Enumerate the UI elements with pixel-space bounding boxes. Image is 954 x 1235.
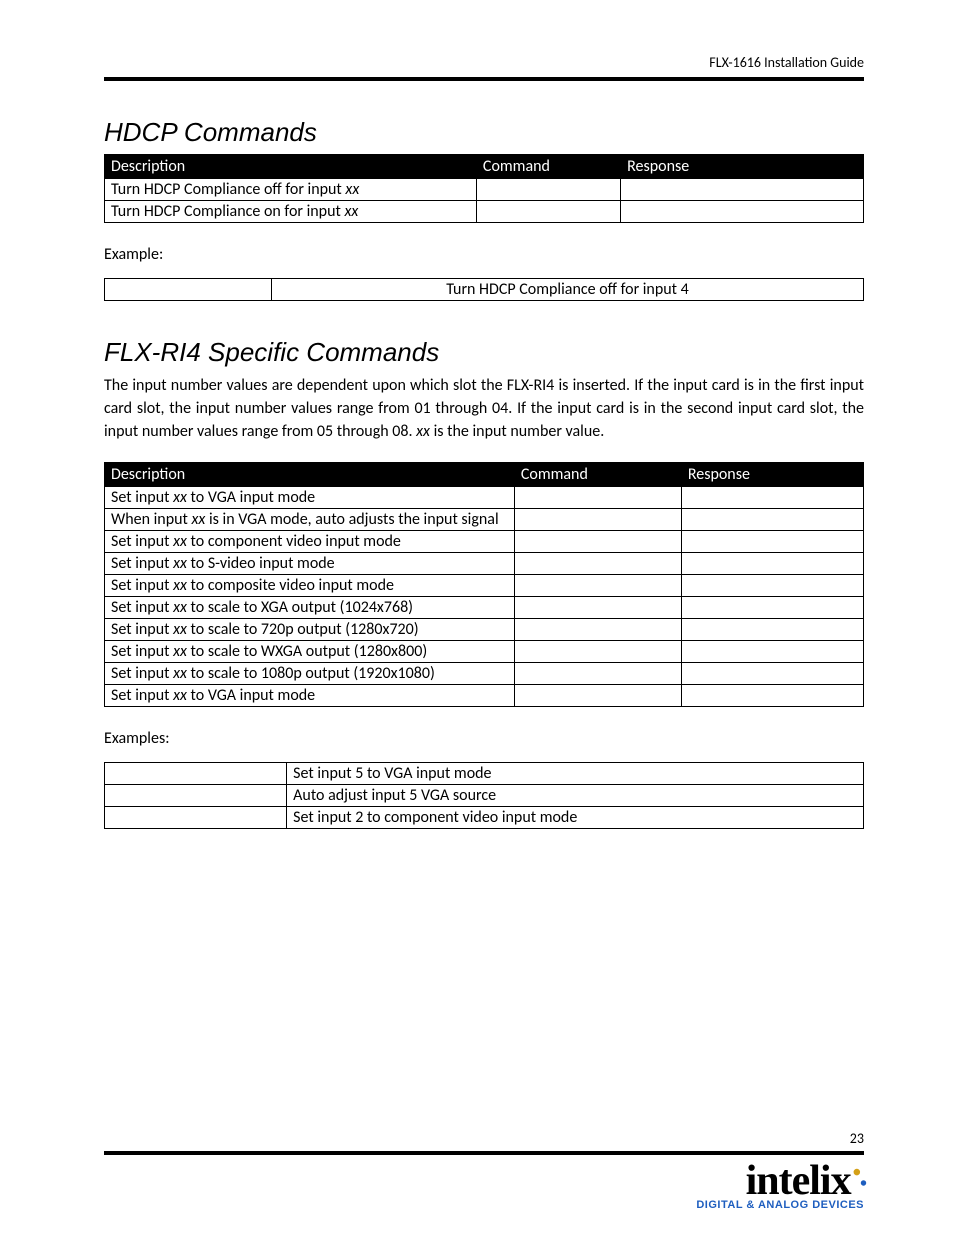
cell-command (514, 552, 681, 574)
cell-command (514, 486, 681, 508)
cell-example-desc: Auto adjust input 5 VGA source (287, 784, 864, 806)
cell-description: Turn HDCP Compliance off for input xx (105, 179, 477, 201)
cell-command (514, 574, 681, 596)
hdcp-example-table: Turn HDCP Compliance off for input 4 (104, 278, 864, 301)
table-row: Set input xx to scale to WXGA output (12… (105, 640, 864, 662)
section-flxri4-title: FLX-RI4 Specific Commands (104, 337, 864, 368)
table-row: Auto adjust input 5 VGA source (105, 784, 864, 806)
cell-response (681, 508, 863, 530)
cell-description: Turn HDCP Compliance on for input xx (105, 201, 477, 223)
page-footer: 23 intelix•• DIGITAL & ANALOG DEVICES (104, 1130, 864, 1211)
example-label: Example: (104, 245, 864, 264)
bottom-divider (104, 1151, 864, 1155)
cell-description: When input xx is in VGA mode, auto adjus… (105, 508, 515, 530)
cell-response (681, 618, 863, 640)
table-header-row: Description Command Response (105, 155, 864, 179)
cell-command (514, 640, 681, 662)
cell-response (681, 662, 863, 684)
table-row: Set input xx to S-video input mode (105, 552, 864, 574)
cell-command (514, 618, 681, 640)
table-row: Set input xx to scale to XGA output (102… (105, 596, 864, 618)
cell-response (681, 684, 863, 706)
logo-dot-icon: • (860, 1173, 866, 1195)
cell-description: Set input xx to S-video input mode (105, 552, 515, 574)
col-description: Description (105, 155, 477, 179)
table-row: Set input 5 to VGA input mode (105, 762, 864, 784)
table-row: Turn HDCP Compliance off for input 4 (105, 279, 864, 301)
table-row: Turn HDCP Compliance off for input xx (105, 179, 864, 201)
cell-example-cmd (105, 806, 287, 828)
col-command: Command (514, 462, 681, 486)
table-row: Set input xx to VGA input mode (105, 486, 864, 508)
cell-command (514, 530, 681, 552)
flxri4-example-table: Set input 5 to VGA input modeAuto adjust… (104, 762, 864, 829)
brand-logo: intelix•• DIGITAL & ANALOG DEVICES (104, 1163, 864, 1211)
cell-example-cmd (105, 784, 287, 806)
cell-response (681, 530, 863, 552)
section-hdcp-title: HDCP Commands (104, 117, 864, 148)
col-command: Command (476, 155, 620, 179)
table-row: Set input xx to scale to 1080p output (1… (105, 662, 864, 684)
flxri4-description: The input number values are dependent up… (104, 374, 864, 444)
table-header-row: Description Command Response (105, 462, 864, 486)
cell-response (681, 640, 863, 662)
cell-command (514, 596, 681, 618)
col-response: Response (681, 462, 863, 486)
cell-response (681, 486, 863, 508)
cell-description: Set input xx to scale to WXGA output (12… (105, 640, 515, 662)
cell-example-cmd (105, 762, 287, 784)
cell-example-desc: Set input 5 to VGA input mode (287, 762, 864, 784)
cell-command (514, 684, 681, 706)
cell-description: Set input xx to VGA input mode (105, 486, 515, 508)
page-number: 23 (104, 1130, 864, 1147)
cell-description: Set input xx to component video input mo… (105, 530, 515, 552)
cell-response (621, 201, 864, 223)
cell-response (681, 552, 863, 574)
document-header: FLX-1616 Installation Guide (104, 54, 864, 71)
cell-description: Set input xx to scale to 1080p output (1… (105, 662, 515, 684)
cell-command (514, 662, 681, 684)
cell-example-desc: Turn HDCP Compliance off for input 4 (271, 279, 863, 301)
cell-description: Set input xx to scale to XGA output (102… (105, 596, 515, 618)
cell-response (621, 179, 864, 201)
table-row: Set input xx to scale to 720p output (12… (105, 618, 864, 640)
table-row: When input xx is in VGA mode, auto adjus… (105, 508, 864, 530)
hdcp-commands-table: Description Command Response Turn HDCP C… (104, 154, 864, 223)
logo-dot-icon: • (853, 1160, 860, 1186)
flxri4-commands-table: Description Command Response Set input x… (104, 462, 864, 707)
table-row: Set input 2 to component video input mod… (105, 806, 864, 828)
cell-description: Set input xx to composite video input mo… (105, 574, 515, 596)
top-divider (104, 77, 864, 81)
cell-description: Set input xx to VGA input mode (105, 684, 515, 706)
table-row: Set input xx to composite video input mo… (105, 574, 864, 596)
cell-example-desc: Set input 2 to component video input mod… (287, 806, 864, 828)
col-description: Description (105, 462, 515, 486)
cell-command (514, 508, 681, 530)
table-row: Set input xx to component video input mo… (105, 530, 864, 552)
cell-description: Set input xx to scale to 720p output (12… (105, 618, 515, 640)
table-row: Set input xx to VGA input mode (105, 684, 864, 706)
cell-example-cmd (105, 279, 272, 301)
col-response: Response (621, 155, 864, 179)
cell-response (681, 596, 863, 618)
cell-command (476, 179, 620, 201)
logo-wordmark: intelix•• (746, 1163, 864, 1201)
cell-command (476, 201, 620, 223)
examples-label: Examples: (104, 729, 864, 748)
cell-response (681, 574, 863, 596)
table-row: Turn HDCP Compliance on for input xx (105, 201, 864, 223)
